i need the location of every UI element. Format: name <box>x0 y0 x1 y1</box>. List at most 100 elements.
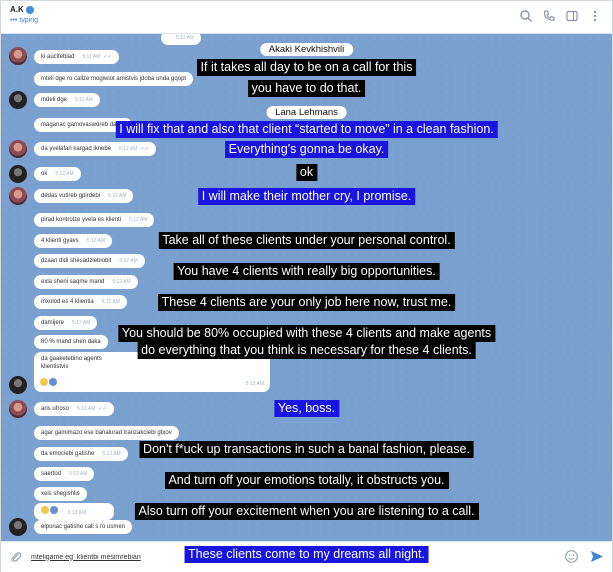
message-text: ok <box>41 171 48 177</box>
message-text: da emociebi gatishe <box>41 451 95 457</box>
message-time: 5:12 AM <box>129 217 148 223</box>
avatar[interactable] <box>9 187 27 205</box>
avatar[interactable] <box>9 165 27 183</box>
message-bubble[interactable]: 80 % mand shen daka <box>34 335 108 349</box>
message-time: 5:12 AM <box>119 146 138 152</box>
message-bubble[interactable]: ki aucifeblad 5:11 AM ✓✓ <box>34 50 119 64</box>
composer-actions <box>564 549 604 564</box>
message-bubble[interactable]: 5:11 AM <box>161 34 201 45</box>
typing-dots-icon: ••• <box>10 17 18 24</box>
avatar[interactable] <box>9 518 27 536</box>
avatar[interactable] <box>9 47 27 65</box>
more-icon[interactable] <box>588 9 602 23</box>
double-check-icon: ✓✓ <box>98 406 107 412</box>
message-bubble[interactable]: ok 5:12 AM <box>34 167 81 181</box>
message-bubble[interactable]: 4 klienti gyavs 5:12 AM <box>34 234 113 248</box>
status-text: typing <box>19 17 38 24</box>
double-check-icon: ✓✓ <box>103 54 112 60</box>
message-bubble[interactable]: da yvelafari kargad iknebe 5:12 AM ✓✓ <box>34 142 156 156</box>
avatar[interactable] <box>9 400 27 418</box>
message-text: mteli dge ro callze mogiwiot amistvis jd… <box>41 76 187 82</box>
message-text: dedas vutireb gpirdebi <box>41 193 101 199</box>
message-bubble[interactable]: damijere 5:12 AM <box>34 316 98 330</box>
avatar[interactable] <box>9 376 27 394</box>
subtitle-line: Yes, boss. <box>273 400 340 417</box>
messenger-window: A.K ••• typing 5:11 AM ki aucifeblad5:1 <box>0 0 613 572</box>
typing-status: ••• typing <box>10 17 38 24</box>
message-bubble[interactable]: pirad kontrolze yvela es klienti 5:12 AM <box>34 213 155 227</box>
sidebar-icon[interactable] <box>565 9 579 23</box>
chat-area[interactable]: 5:11 AM ki aucifeblad 5:11 AM ✓✓ mteli dge… <box>1 34 612 541</box>
message-bubble[interactable]: mxolod es 4 klientia 5:12 AM <box>34 295 128 309</box>
subtitle-line: These 4 clients are your only job here n… <box>157 294 456 311</box>
message-text: 80 % mand shen daka <box>41 339 101 345</box>
message-bubble[interactable]: elporiac gatishe call s ro usmen <box>34 520 133 534</box>
message-time: 5:13 AM <box>245 381 264 387</box>
paperclip-icon[interactable] <box>9 550 23 564</box>
send-icon[interactable] <box>589 549 604 564</box>
composer-bar: These clients come to my dreams all nigh… <box>1 541 612 572</box>
thumbs-up-reaction-icon[interactable] <box>41 506 49 514</box>
contact-name[interactable]: A.K <box>10 5 24 14</box>
message-text: elporiac gatishe call s ro usmen <box>41 524 126 530</box>
header-actions <box>519 9 602 23</box>
message-time: 5:11 AM <box>176 35 194 41</box>
message-input[interactable] <box>31 549 161 565</box>
message-time: 5:13 AM <box>77 406 96 412</box>
message-bubble[interactable]: agar gamimazo ese banalurad tranzakciebi… <box>34 426 179 440</box>
message-text: xels shegishlis <box>41 491 80 497</box>
subtitle-line: Also turn off your excitement when you a… <box>134 503 479 520</box>
subtitle-line: you have to do that. <box>247 80 366 97</box>
message-bubble[interactable]: xels shegishlis <box>34 487 87 501</box>
thumbs-up-reaction-icon[interactable] <box>40 378 48 386</box>
subtitle-line: do everything that you think is necessar… <box>137 342 476 359</box>
message-text: da yvelafari kargad iknebe <box>41 146 112 152</box>
message-bubble[interactable]: da emociebi gatishe 5:13 AM <box>34 447 128 461</box>
message-time: 5:12 AM <box>55 171 74 177</box>
message-time: 5:12 AM <box>72 320 91 326</box>
message-bubble[interactable]: dzaan didi shesadzlebiobit 5:12 AM <box>34 254 145 268</box>
message-time: 5:13 AM <box>67 510 87 516</box>
phone-icon[interactable] <box>542 9 556 23</box>
message-bubble[interactable]: exla sheni saqme mand 5:12 AM <box>34 275 138 289</box>
message-text: damijere <box>41 320 65 326</box>
message-text: ki aucifeblad <box>41 54 75 60</box>
message-text: mdeli dge <box>41 97 68 103</box>
message-bubble[interactable]: 5:13 AM <box>34 503 114 520</box>
message-time: 5:12 AM <box>86 238 106 244</box>
subtitle-line: Don't f*uck up transactions in such a ba… <box>139 441 474 458</box>
message-bubble[interactable]: saertod 5:13 AM <box>34 467 95 481</box>
message-text: saertod <box>41 471 62 477</box>
message-bubble[interactable]: mdeli dge 5:11 AM <box>34 93 100 107</box>
subtitle-line: I will fix that and also that client “st… <box>115 121 498 138</box>
message-bubble[interactable]: dedas vutireb gpirdebi 5:12 AM <box>34 189 134 203</box>
message-bubble[interactable]: mteli dge ro callze mogiwiot amistvis jd… <box>34 72 194 86</box>
reaction-avatar-icon <box>49 378 57 386</box>
message-text: pirad kontrolze yvela es klienti <box>41 217 122 223</box>
subtitle-line: You should be 80% occupied with these 4 … <box>117 325 496 342</box>
message-text: 4 klienti gyavs <box>41 238 79 244</box>
message-text: aris ufroso <box>41 406 70 412</box>
reactions[interactable] <box>41 506 58 514</box>
speaker-label: Lana Lehmans <box>266 106 347 119</box>
message-time: 5:11 AM <box>82 54 101 60</box>
message-text: klientistvis <box>41 364 69 370</box>
reactions[interactable] <box>40 378 57 386</box>
search-icon[interactable] <box>519 9 533 23</box>
avatar[interactable] <box>9 91 27 109</box>
emoji-icon[interactable] <box>564 549 579 564</box>
subtitle-line: Take all of these clients under your per… <box>158 232 455 249</box>
contact-name-row[interactable]: A.K <box>10 5 34 14</box>
reaction-avatar-icon <box>50 506 58 514</box>
subtitle-line: And turn off your emotions totally, it o… <box>164 472 449 489</box>
message-time: 5:12 AM <box>112 279 131 285</box>
message-bubble[interactable]: aris ufroso 5:13 AM ✓✓ <box>34 402 114 416</box>
message-text: mxolod es 4 klientia <box>41 299 94 305</box>
speaker-label: Akaki Kevkhishvili <box>259 43 354 56</box>
subtitle-line: These clients come to my dreams all nigh… <box>184 546 429 563</box>
message-time: 5:12 AM <box>108 193 127 199</box>
subtitle-line: Everything's gonna be okay. <box>224 141 389 158</box>
subtitle-line: ok <box>295 164 318 181</box>
avatar[interactable] <box>9 140 27 158</box>
subtitle-line: If it takes all day to be on a call for … <box>196 59 417 76</box>
